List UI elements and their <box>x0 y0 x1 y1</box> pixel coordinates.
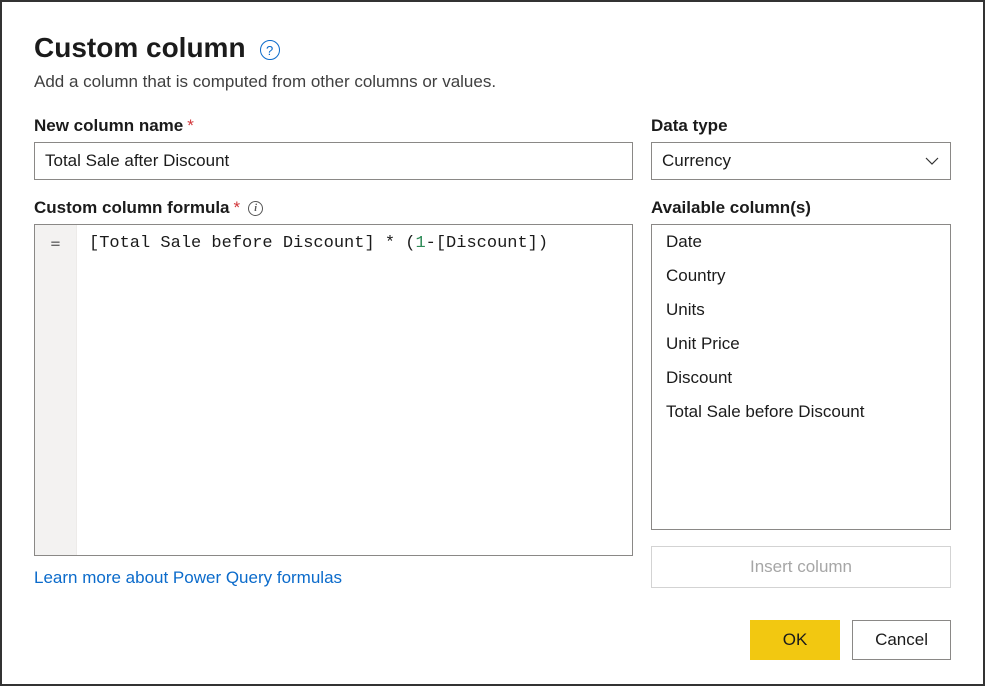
name-type-row: New column name * Data type Currency <box>34 116 951 180</box>
custom-column-dialog: Custom column ? Add a column that is com… <box>0 0 985 686</box>
dialog-title: Custom column <box>34 32 246 64</box>
dialog-subtitle: Add a column that is computed from other… <box>34 72 951 92</box>
available-columns-list[interactable]: Date Country Units Unit Price Discount T… <box>651 224 951 530</box>
dialog-footer: OK Cancel <box>34 620 951 660</box>
formula-left: Custom column formula * i = [Total Sale … <box>34 198 633 588</box>
column-name-label: New column name * <box>34 116 633 136</box>
cancel-button[interactable]: Cancel <box>852 620 951 660</box>
available-columns-area: Available column(s) Date Country Units U… <box>651 198 951 588</box>
column-name-field: New column name * <box>34 116 633 180</box>
formula-section: Custom column formula * i = [Total Sale … <box>34 198 951 588</box>
column-item[interactable]: Country <box>652 259 950 293</box>
column-item[interactable]: Discount <box>652 361 950 395</box>
formula-input[interactable]: [Total Sale before Discount] * (1-[Disco… <box>77 225 632 555</box>
column-item[interactable]: Unit Price <box>652 327 950 361</box>
formula-gutter: = <box>35 225 77 555</box>
column-item[interactable]: Total Sale before Discount <box>652 395 950 429</box>
learn-more-link[interactable]: Learn more about Power Query formulas <box>34 568 633 588</box>
formula-text: [Total Sale before Discount] * ( <box>89 234 415 253</box>
available-columns-label: Available column(s) <box>651 198 951 218</box>
data-type-label: Data type <box>651 116 951 136</box>
column-name-label-text: New column name <box>34 116 183 136</box>
data-type-value: Currency <box>651 142 951 180</box>
ok-button[interactable]: OK <box>750 620 840 660</box>
dialog-header: Custom column ? <box>34 32 951 64</box>
required-mark: * <box>234 198 241 218</box>
formula-label: Custom column formula * i <box>34 198 633 218</box>
info-icon[interactable]: i <box>248 201 263 216</box>
insert-column-button[interactable]: Insert column <box>651 546 951 588</box>
data-type-select[interactable]: Currency <box>651 142 951 180</box>
column-item[interactable]: Date <box>652 225 950 259</box>
formula-label-text: Custom column formula <box>34 198 230 218</box>
help-icon[interactable]: ? <box>260 40 280 60</box>
formula-number: 1 <box>415 234 425 253</box>
column-name-input[interactable] <box>34 142 633 180</box>
data-type-field: Data type Currency <box>651 116 951 180</box>
formula-text: -[Discount]) <box>426 234 548 253</box>
column-item[interactable]: Units <box>652 293 950 327</box>
required-mark: * <box>187 116 194 136</box>
formula-editor[interactable]: = [Total Sale before Discount] * (1-[Dis… <box>34 224 633 556</box>
